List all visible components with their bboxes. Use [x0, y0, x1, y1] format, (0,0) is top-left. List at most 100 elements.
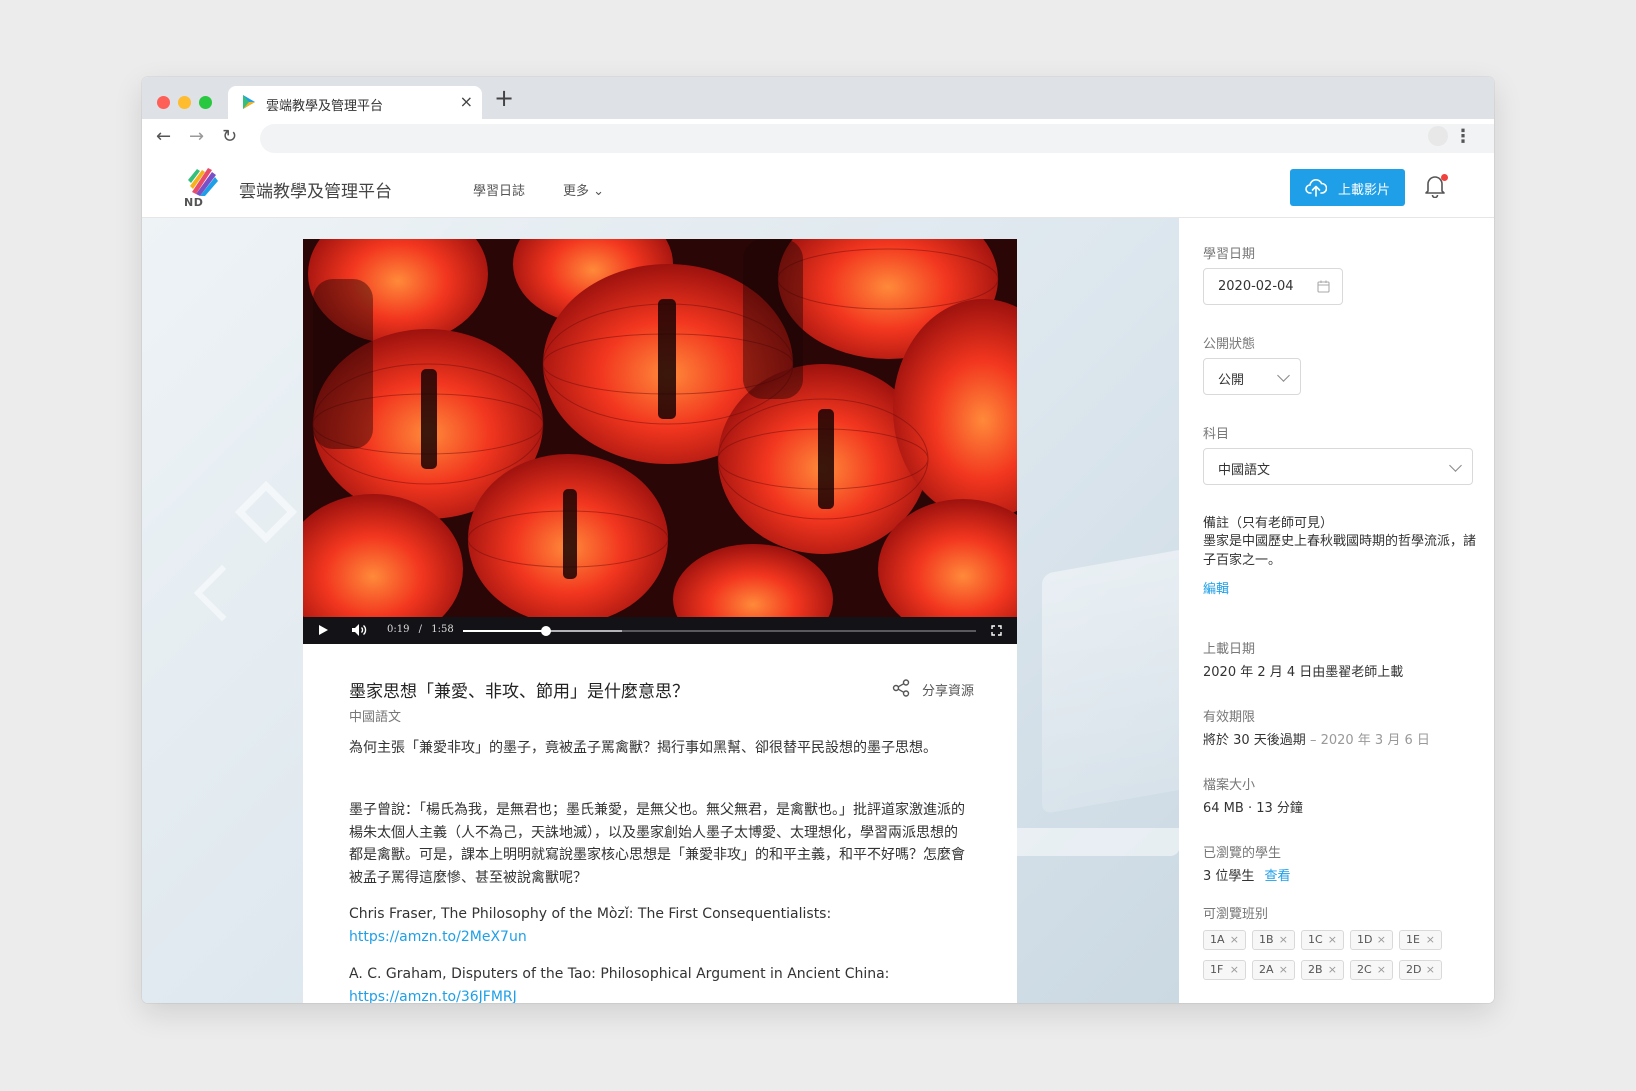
minimize-window-button[interactable] [178, 96, 191, 109]
remove-class-icon[interactable]: × [1230, 961, 1239, 979]
video-title: 墨家思想「兼愛、非攻、節用」是什麼意思？ [349, 682, 689, 702]
file-size-value: 64 MB · 13 分鐘 [1203, 801, 1303, 816]
class-chip[interactable]: 1F × [1203, 960, 1246, 980]
reference-1-text: Chris Fraser, The Philosophy of the Mòzǐ… [349, 906, 832, 922]
details-sidebar: 學習日期 2020-02-04 公開狀態 公開 科目 中國語文 備註（只有老師可… [1179, 218, 1494, 1003]
remove-class-icon[interactable]: × [1279, 961, 1288, 979]
class-chip[interactable]: 1E × [1399, 930, 1442, 950]
description-paragraph: 墨子曾說：「楊氏為我，是無君也；墨氏兼愛，是無父也。無父無君，是禽獸也。」批評道… [349, 802, 965, 886]
browser-menu-icon[interactable]: ⋮ [1454, 126, 1472, 148]
class-chip[interactable]: 1D × [1350, 930, 1393, 950]
remove-class-icon[interactable]: × [1328, 961, 1337, 979]
visibility-select[interactable]: 公開 [1203, 358, 1301, 395]
tab-strip: 雲端教學及管理平台 × + [142, 77, 1494, 119]
class-chip[interactable]: 2B × [1301, 960, 1344, 980]
nav-study-diary[interactable]: 學習日誌 [473, 180, 525, 199]
video-current-time: 0:19 [387, 624, 410, 635]
new-tab-button[interactable]: + [494, 85, 514, 111]
video-progress-fill [463, 630, 546, 632]
description-paragraph: 為何主張「兼愛非攻」的墨子，竟被孟子罵禽獸？揭行事如黑幫、卻很替平民設想的墨子思… [349, 740, 937, 756]
class-chip-label: 1A [1210, 933, 1225, 946]
study-date-label: 學習日期 [1203, 247, 1256, 262]
file-size-label: 檔案大小 [1203, 778, 1256, 793]
edit-note-link[interactable]: 編輯 [1203, 578, 1229, 597]
remove-class-icon[interactable]: × [1279, 931, 1288, 949]
class-chip[interactable]: 2C × [1350, 960, 1393, 980]
calendar-icon [1317, 280, 1330, 293]
class-chip-label: 1E [1406, 933, 1420, 946]
remove-class-icon[interactable]: × [1328, 931, 1337, 949]
remove-class-icon[interactable]: × [1230, 931, 1239, 949]
remove-class-icon[interactable]: × [1426, 931, 1435, 949]
class-chip-label: 1D [1357, 933, 1373, 946]
share-resource-button[interactable]: 分享資源 [892, 677, 982, 699]
notification-badge [1441, 174, 1448, 181]
video-time: 0:19 / 1:58 [387, 624, 454, 635]
class-chip[interactable]: 1C × [1301, 930, 1344, 950]
video-details-card: 墨家思想「兼愛、非攻、節用」是什麼意思？ 中國語文 分享資源 為何主張「兼愛非攻… [303, 644, 1017, 1003]
browser-tab[interactable]: 雲端教學及管理平台 × [228, 86, 482, 119]
video-player[interactable]: 0:19 / 1:58 [303, 239, 1017, 644]
share-icon [892, 679, 910, 697]
viewed-students-label: 已瀏覽的學生 [1203, 846, 1282, 861]
fullscreen-icon[interactable] [991, 625, 1002, 636]
video-progress-handle[interactable] [540, 626, 551, 636]
decorative-monitor-image [1042, 531, 1179, 815]
video-time-separator: / [418, 624, 423, 635]
maximize-window-button[interactable] [199, 96, 212, 109]
video-progress-bar[interactable] [463, 626, 976, 636]
note-label: 備註（只有老師可見） [1203, 516, 1334, 531]
upload-date-label: 上載日期 [1203, 642, 1256, 657]
nd-logo[interactable]: ND [182, 164, 226, 210]
video-controls: 0:19 / 1:58 [303, 617, 1017, 644]
class-chip[interactable]: 1B × [1252, 930, 1295, 950]
reference-2-link[interactable]: https://amzn.to/36JFMRJ [349, 986, 969, 1004]
upload-video-button[interactable]: 上載影片 [1290, 169, 1405, 206]
upload-date-value: 2020 年 2 月 4 日由墨翟老師上載 [1203, 665, 1404, 680]
close-window-button[interactable] [157, 96, 170, 109]
forward-arrow-icon[interactable]: → [189, 126, 204, 148]
study-date-picker[interactable]: 2020-02-04 [1203, 268, 1343, 305]
class-chip-label: 2D [1406, 963, 1422, 976]
subject-value: 中國語文 [1218, 463, 1271, 478]
expiry-days: 將於 30 天後過期 [1203, 733, 1306, 748]
class-chip-label: 1B [1259, 933, 1274, 946]
class-chip[interactable]: 2A × [1252, 960, 1295, 980]
remove-class-icon[interactable]: × [1426, 961, 1435, 979]
reference-1: Chris Fraser, The Philosophy of the Mòzǐ… [349, 903, 969, 948]
play-icon[interactable] [319, 625, 328, 635]
decorative-diamond [234, 480, 298, 544]
nav-more-dropdown[interactable]: 更多 ⌄ [563, 180, 604, 199]
remove-class-icon[interactable]: × [1377, 931, 1386, 949]
profile-avatar[interactable] [1428, 126, 1448, 146]
volume-icon[interactable] [351, 623, 367, 637]
class-chip[interactable]: 2D × [1399, 960, 1442, 980]
visibility-label: 公開狀態 [1203, 337, 1256, 352]
expiry-date: – 2020 年 3 月 6 日 [1309, 733, 1430, 748]
address-bar[interactable]: ☆ [260, 124, 1494, 153]
browser-window: 雲端教學及管理平台 × + ← → ↻ ☆ ⋮ ND 雲端教學及管理平台 學習日… [142, 77, 1494, 1003]
chevron-down-icon [1449, 459, 1462, 472]
reference-2: A. C. Graham, Disputers of the Tao: Phil… [349, 963, 969, 1003]
class-chip[interactable]: 1A × [1203, 930, 1246, 950]
reload-icon[interactable]: ↻ [222, 126, 237, 148]
classes-label: 可瀏覽班别 [1203, 907, 1269, 922]
back-arrow-icon[interactable]: ← [156, 126, 171, 148]
reference-1-link[interactable]: https://amzn.to/2MeX7un [349, 926, 969, 949]
cloud-upload-icon [1305, 179, 1327, 197]
chevron-down-icon [1277, 369, 1290, 382]
expiry-value: 將於 30 天後過期 – 2020 年 3 月 6 日 [1203, 729, 1430, 748]
logo-stripes-icon [188, 168, 218, 196]
brand-name: 雲端教學及管理平台 [239, 182, 392, 202]
share-resource-label: 分享資源 [922, 684, 975, 699]
viewed-students-value: 3 位學生 查看 [1203, 865, 1291, 884]
subject-select[interactable]: 中國語文 [1203, 448, 1473, 485]
class-chip-label: 2C [1357, 963, 1372, 976]
remove-class-icon[interactable]: × [1377, 961, 1386, 979]
view-students-link[interactable]: 查看 [1265, 869, 1291, 884]
logo-text: ND [184, 196, 204, 209]
tab-close-icon[interactable]: × [460, 92, 473, 112]
tab-title: 雲端教學及管理平台 [266, 99, 384, 114]
video-frame-lanterns [303, 239, 1017, 617]
main-content: 0:19 / 1:58 墨家思想「兼愛、非攻、節用」是什麼意思？ 中國語文 分享… [142, 218, 1179, 1003]
